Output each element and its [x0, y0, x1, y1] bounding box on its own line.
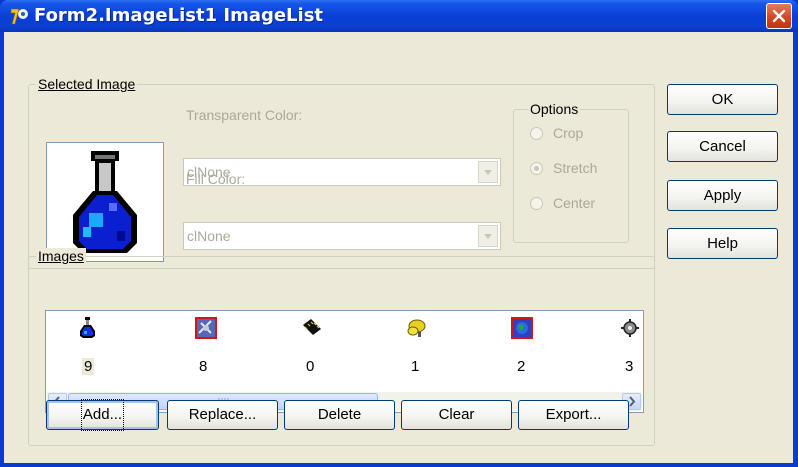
selected-image-group: Selected Image Transparent Color: clNone…: [28, 76, 655, 269]
radio-center-button[interactable]: [530, 197, 543, 210]
radio-crop-button[interactable]: [530, 127, 543, 140]
delete-button-label: Delete: [317, 406, 362, 423]
radio-stretch-button[interactable]: [530, 162, 543, 175]
list-item-caption: 0: [306, 358, 315, 375]
replace-button[interactable]: Replace...: [167, 400, 278, 430]
list-item-caption: 8: [199, 358, 208, 375]
images-group-label: Images: [38, 248, 84, 264]
add-button[interactable]: Add...: [46, 399, 159, 431]
chip-icon: [303, 319, 321, 335]
close-icon: [772, 9, 786, 23]
selected-image-preview: [46, 142, 164, 262]
selected-image-group-title: Selected Image: [36, 76, 138, 92]
selected-image-group-label: Selected Image: [38, 76, 136, 92]
clear-button-label: Clear: [438, 406, 475, 423]
list-item-caption: 3: [625, 358, 634, 375]
apply-button-label: Apply: [703, 187, 742, 204]
satellite-icon: [195, 317, 217, 339]
export-button-label: Export...: [545, 406, 602, 423]
app-icon: [10, 8, 28, 25]
close-button[interactable]: [766, 3, 792, 29]
list-item-caption: 9: [82, 358, 95, 375]
apply-button[interactable]: Apply: [667, 180, 778, 211]
cancel-button-label: Cancel: [699, 138, 746, 155]
chevron-down-icon[interactable]: [478, 161, 498, 183]
flask-icon: [80, 317, 95, 338]
radio-stretch-label: Stretch: [553, 160, 598, 176]
replace-button-label: Replace...: [188, 406, 257, 423]
gear-icon: [621, 319, 639, 337]
help-button-label: Help: [707, 235, 738, 252]
globe-icon: [511, 317, 533, 339]
radio-center-label: Center: [553, 195, 596, 211]
title-bar[interactable]: Form2.ImageList1 ImageList: [0, 0, 798, 32]
window-title: Form2.ImageList1 ImageList: [34, 5, 324, 26]
export-button[interactable]: Export...: [518, 400, 629, 430]
options-group: Options Crop Stretch Center: [513, 101, 629, 243]
ok-button[interactable]: OK: [667, 84, 778, 115]
fill-color-combo[interactable]: clNone: [183, 222, 501, 250]
ok-button-label: OK: [711, 91, 734, 108]
chevron-down-icon[interactable]: [478, 225, 498, 247]
add-button-label: Add...: [80, 399, 125, 431]
yellow-blob-icon: [407, 319, 426, 337]
flask-icon: [73, 151, 137, 253]
cancel-button[interactable]: Cancel: [667, 131, 778, 162]
help-button[interactable]: Help: [667, 228, 778, 259]
dialog-window: Form2.ImageList1 ImageList Selected Imag…: [0, 0, 798, 467]
list-item-caption: 2: [517, 358, 526, 375]
image-list-view[interactable]: 9 8 0 1 2 3: [45, 310, 644, 413]
clear-button[interactable]: Clear: [401, 400, 512, 430]
options-group-title: Options: [528, 101, 581, 117]
delete-button[interactable]: Delete: [284, 400, 395, 430]
radio-crop-label: Crop: [553, 125, 584, 141]
images-group-title: Images: [36, 248, 86, 264]
fill-color-value: clNone: [187, 228, 231, 244]
dialog-client: Selected Image Transparent Color: clNone…: [4, 32, 793, 463]
list-item-caption: 1: [411, 358, 420, 375]
transparent-color-label: Transparent Color:: [186, 107, 303, 123]
fill-color-label: Fill Color:: [186, 171, 246, 187]
